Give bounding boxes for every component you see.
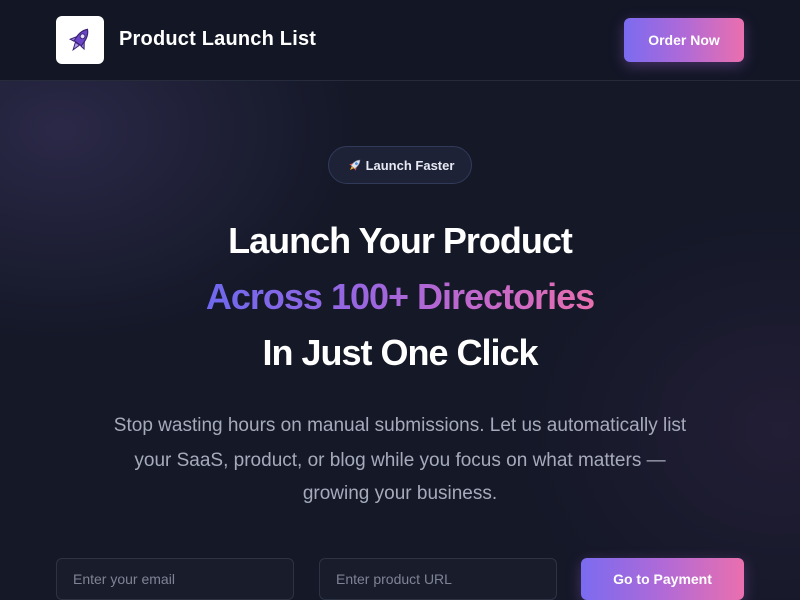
product-url-input[interactable] xyxy=(319,558,557,600)
rocket-icon xyxy=(68,28,89,52)
description-line-3: growing your business. xyxy=(302,483,498,504)
go-to-payment-button[interactable]: Go to Payment xyxy=(581,558,744,600)
description-line-1: Stop wasting hours on manual submissions… xyxy=(113,415,687,436)
order-now-button[interactable]: Order Now xyxy=(624,18,744,62)
headline-line-3: In Just One Click xyxy=(262,332,538,373)
logo[interactable] xyxy=(56,16,104,64)
headline-line-1: Launch Your Product xyxy=(228,220,573,261)
top-navbar: Product Launch List Order Now xyxy=(0,0,800,81)
launch-faster-badge: Launch Faster xyxy=(328,146,472,184)
headline-line-2: Across 100+ Directories xyxy=(0,275,800,319)
description-line-2: your SaaS, product, or blog while you fo… xyxy=(134,450,666,471)
email-input[interactable] xyxy=(56,558,294,600)
rocket-emoji-icon xyxy=(346,157,364,173)
headline-gradient-text: Across 100+ Directories xyxy=(205,276,595,317)
badge-label: Launch Faster xyxy=(365,157,455,173)
brand-name[interactable]: Product Launch List xyxy=(119,28,316,51)
